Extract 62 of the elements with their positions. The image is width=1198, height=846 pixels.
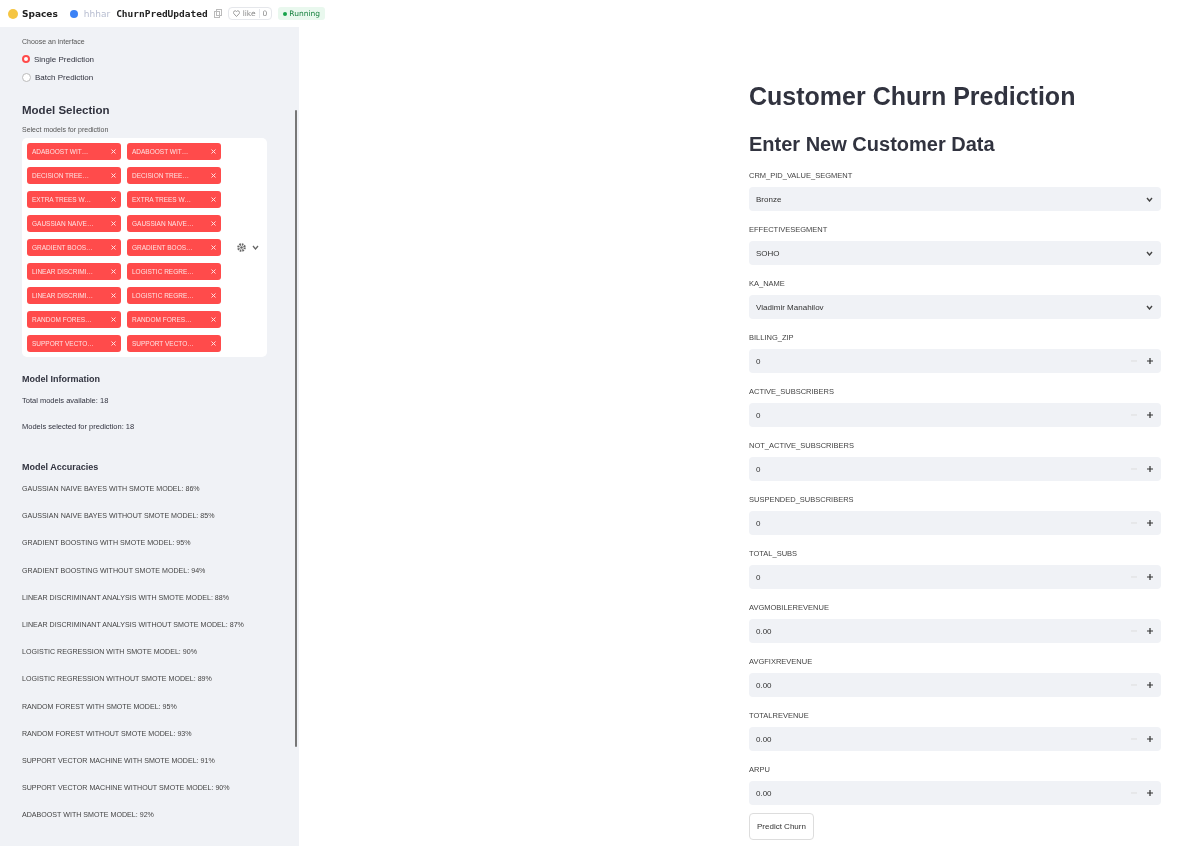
section-title: Model Information [22,374,101,384]
close-icon [211,221,216,226]
close-icon [211,341,216,346]
close-icon [111,341,116,346]
chevron-down-icon [252,245,259,250]
plus-icon [1147,466,1153,472]
logo-icon [8,8,18,19]
section-title: Model Accuracies [22,462,100,472]
number-field[interactable]: 0 [749,403,1161,427]
avatar-icon [69,9,78,18]
chevron-down-icon [1146,250,1153,256]
close-icon [211,245,216,250]
close-icon [211,269,216,274]
gear-icon [237,243,246,252]
close-icon [111,269,116,274]
plus-icon [1147,736,1153,742]
predict-button[interactable]: Predict Churn [749,813,814,840]
multiselect-field[interactable] [22,138,267,357]
chevron-down-icon [1146,304,1153,310]
plus-icon [1147,574,1153,580]
close-icon [111,293,116,298]
select-field[interactable]: Bronze [749,187,1161,211]
close-icon [211,149,216,154]
radio-option[interactable]: Single Prediction [22,50,288,68]
plus-icon [1147,628,1153,634]
chevron-down-icon [1146,196,1153,202]
plus-icon [1147,790,1153,796]
space-name[interactable]: ChurnPredUpdated [116,8,208,19]
brand-name[interactable]: Spaces [22,8,58,19]
number-field[interactable]: 0.00 [749,781,1161,805]
number-field[interactable]: 0.00 [749,673,1161,697]
section-heading: Enter New Customer Data [749,132,996,157]
plus-icon [1147,520,1153,526]
copy-icon [213,9,222,18]
close-icon [111,221,116,226]
plus-icon [1147,358,1153,364]
select-field[interactable]: Vladimir Manahilov [749,295,1161,319]
plus-icon [1147,682,1153,688]
number-field[interactable]: 0 [749,457,1161,481]
owner-name[interactable]: hhhar [83,8,111,19]
section-title: Model Selection [22,104,111,116]
number-field[interactable]: 0 [749,511,1161,535]
status-dot-icon [283,11,288,16]
close-icon [211,197,216,202]
scrollbar[interactable] [295,110,297,747]
close-icon [211,293,216,298]
number-field[interactable]: 0.00 [749,727,1161,751]
radio-option[interactable]: Batch Prediction [22,68,288,86]
close-icon [211,317,216,322]
number-field[interactable]: 0.00 [749,619,1161,643]
close-icon [111,245,116,250]
close-icon [211,173,216,178]
close-icon [111,149,116,154]
select-field[interactable]: SOHO [749,241,1161,265]
close-icon [111,173,116,178]
close-icon [111,317,116,322]
heart-icon [232,10,240,17]
plus-icon [1147,412,1153,418]
number-field[interactable]: 0 [749,349,1161,373]
number-field[interactable]: 0 [749,565,1161,589]
close-icon [111,197,116,202]
page-title: Customer Churn Prediction [749,81,1077,111]
